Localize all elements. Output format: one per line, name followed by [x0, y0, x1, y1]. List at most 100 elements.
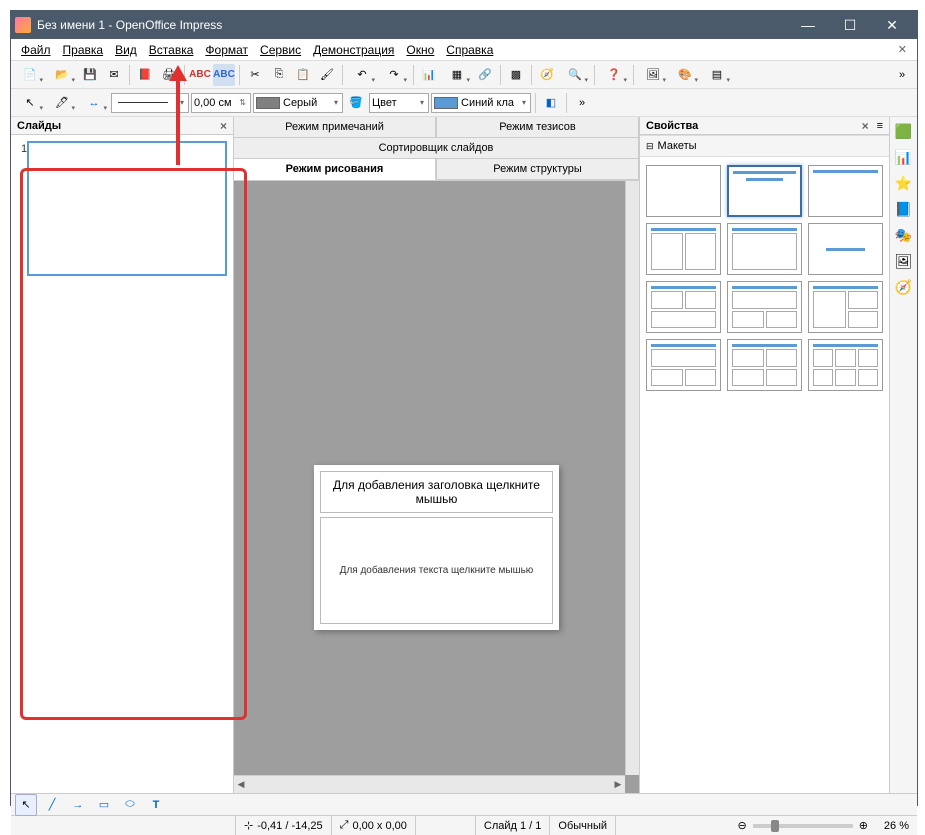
- properties-menu-icon[interactable]: ≡: [877, 120, 883, 132]
- text-tool[interactable]: T: [145, 794, 167, 816]
- layout-content-title[interactable]: [727, 223, 802, 275]
- properties-close[interactable]: ×: [862, 119, 869, 133]
- horizontal-scrollbar[interactable]: ◀ ▶: [234, 775, 625, 793]
- ellipse-tool[interactable]: ⬭: [119, 794, 141, 816]
- menu-edit[interactable]: Правка: [57, 41, 110, 59]
- sidebar-animation-icon[interactable]: ⭐: [894, 173, 914, 193]
- layout-left-two[interactable]: [808, 281, 883, 333]
- layout-over-two[interactable]: [646, 339, 721, 391]
- table-button[interactable]: ▦: [442, 64, 472, 86]
- line-color-combo[interactable]: Серый▾: [253, 93, 343, 113]
- slide-design-button[interactable]: 🎨: [670, 64, 700, 86]
- layout-one-over-two[interactable]: [727, 281, 802, 333]
- zoom-slider[interactable]: [753, 824, 853, 828]
- menu-tools[interactable]: Сервис: [254, 41, 307, 59]
- layout-title-center[interactable]: [808, 223, 883, 275]
- save-button[interactable]: 💾: [79, 64, 101, 86]
- layout-title-only[interactable]: [808, 165, 883, 217]
- zoom-button[interactable]: 🔍: [560, 64, 590, 86]
- slides-list[interactable]: 1: [11, 135, 233, 793]
- toolbar2-overflow[interactable]: »: [571, 92, 593, 114]
- undo-button[interactable]: ↶: [347, 64, 377, 86]
- fill-color-combo[interactable]: Синий кла▾: [431, 93, 531, 113]
- line-style-combo[interactable]: ▾: [111, 93, 189, 113]
- arrow-select-button[interactable]: ↖: [15, 92, 45, 114]
- slide-body-placeholder[interactable]: Для добавления текста щелкните мышью: [320, 517, 553, 624]
- slide-button[interactable]: 🖼: [638, 64, 668, 86]
- slide-title-placeholder[interactable]: Для добавления заголовка щелкните мышью: [320, 471, 553, 513]
- email-button[interactable]: ✉: [103, 64, 125, 86]
- arrow-style-button[interactable]: ↔: [79, 92, 109, 114]
- menu-insert[interactable]: Вставка: [143, 41, 200, 59]
- line-width-combo[interactable]: 0,00 см⇅: [191, 93, 251, 113]
- open-button[interactable]: 📂: [47, 64, 77, 86]
- doc-close-button[interactable]: ✕: [892, 43, 913, 56]
- slide-layout-button[interactable]: ▤: [702, 64, 732, 86]
- status-mode[interactable]: Обычный: [550, 816, 616, 835]
- chart-button[interactable]: 📊: [418, 64, 440, 86]
- maximize-button[interactable]: ☐: [829, 11, 871, 39]
- fill-type-combo[interactable]: Цвет▾: [369, 93, 429, 113]
- sidebar-master-icon[interactable]: 📊: [894, 147, 914, 167]
- arrow-tool[interactable]: →: [67, 794, 89, 816]
- print-button[interactable]: 🖨: [158, 64, 180, 86]
- paste-button[interactable]: 📋: [292, 64, 314, 86]
- layouts-header[interactable]: ⊟Макеты: [640, 135, 889, 157]
- cut-button[interactable]: ✂: [244, 64, 266, 86]
- menu-view[interactable]: Вид: [109, 41, 143, 59]
- tab-handout[interactable]: Режим тезисов: [436, 117, 639, 138]
- pdf-export-button[interactable]: 📕: [134, 64, 156, 86]
- scroll-right[interactable]: ▶: [611, 779, 625, 790]
- sidebar-properties-icon[interactable]: 🟩: [894, 121, 914, 141]
- layout-title-content[interactable]: [727, 165, 802, 217]
- sidebar-navigator-icon[interactable]: 🧭: [894, 277, 914, 297]
- menu-format[interactable]: Формат: [199, 41, 254, 59]
- line-tool[interactable]: ╱: [41, 794, 63, 816]
- slide-canvas[interactable]: Для добавления заголовка щелкните мышью …: [314, 465, 559, 630]
- pointer-tool[interactable]: ↖: [15, 794, 37, 816]
- zoom-in-icon[interactable]: ⊕: [859, 819, 868, 832]
- autospell-button[interactable]: ABC: [213, 64, 235, 86]
- zoom-control[interactable]: ⊖ ⊕: [729, 816, 875, 835]
- close-button[interactable]: ✕: [871, 11, 913, 39]
- slides-panel-close[interactable]: ×: [220, 119, 227, 133]
- menu-slideshow[interactable]: Демонстрация: [307, 41, 400, 59]
- sidebar-transition-icon[interactable]: 📘: [894, 199, 914, 219]
- vertical-scrollbar[interactable]: [625, 181, 639, 775]
- layout-two-rows[interactable]: [727, 339, 802, 391]
- menu-window[interactable]: Окно: [400, 41, 440, 59]
- scroll-left[interactable]: ◀: [234, 779, 248, 790]
- new-doc-button[interactable]: 📄: [15, 64, 45, 86]
- copy-button[interactable]: ⎘: [268, 64, 290, 86]
- redo-button[interactable]: ↷: [379, 64, 409, 86]
- slide-thumbnail[interactable]: 1: [17, 141, 227, 276]
- tab-outline[interactable]: Режим структуры: [436, 159, 639, 180]
- rect-tool[interactable]: ▭: [93, 794, 115, 816]
- canvas-area[interactable]: Для добавления заголовка щелкните мышью …: [234, 181, 639, 793]
- line-color-btn[interactable]: 🖊: [47, 92, 77, 114]
- tab-notes[interactable]: Режим примечаний: [234, 117, 436, 138]
- tab-drawing[interactable]: Режим рисования: [234, 159, 436, 180]
- zoom-value[interactable]: 26 %: [876, 816, 917, 835]
- shadow-button[interactable]: ◧: [540, 92, 562, 114]
- grid-button[interactable]: ▩: [505, 64, 527, 86]
- toolbar-overflow[interactable]: »: [891, 64, 913, 86]
- sidebar-gallery-icon[interactable]: 🖼: [894, 251, 914, 271]
- format-paint-button[interactable]: 🖌: [316, 64, 338, 86]
- menu-help[interactable]: Справка: [440, 41, 499, 59]
- minimize-button[interactable]: —: [787, 11, 829, 39]
- navigator-button[interactable]: 🧭: [536, 64, 558, 86]
- help-button[interactable]: ❓: [599, 64, 629, 86]
- hyperlink-button[interactable]: 🔗: [474, 64, 496, 86]
- sidebar-styles-icon[interactable]: 🎭: [894, 225, 914, 245]
- fill-bucket-button[interactable]: 🪣: [345, 92, 367, 114]
- layout-blank[interactable]: [646, 165, 721, 217]
- spellcheck-button[interactable]: ABC: [189, 64, 211, 86]
- window-title: Без имени 1 - OpenOffice Impress: [37, 18, 787, 32]
- layout-two-over-one[interactable]: [646, 281, 721, 333]
- tab-sorter[interactable]: Сортировщик слайдов: [234, 138, 639, 159]
- zoom-out-icon[interactable]: ⊖: [737, 819, 746, 832]
- menu-file[interactable]: Файл: [15, 41, 57, 59]
- layout-two-content[interactable]: [646, 223, 721, 275]
- layout-six[interactable]: [808, 339, 883, 391]
